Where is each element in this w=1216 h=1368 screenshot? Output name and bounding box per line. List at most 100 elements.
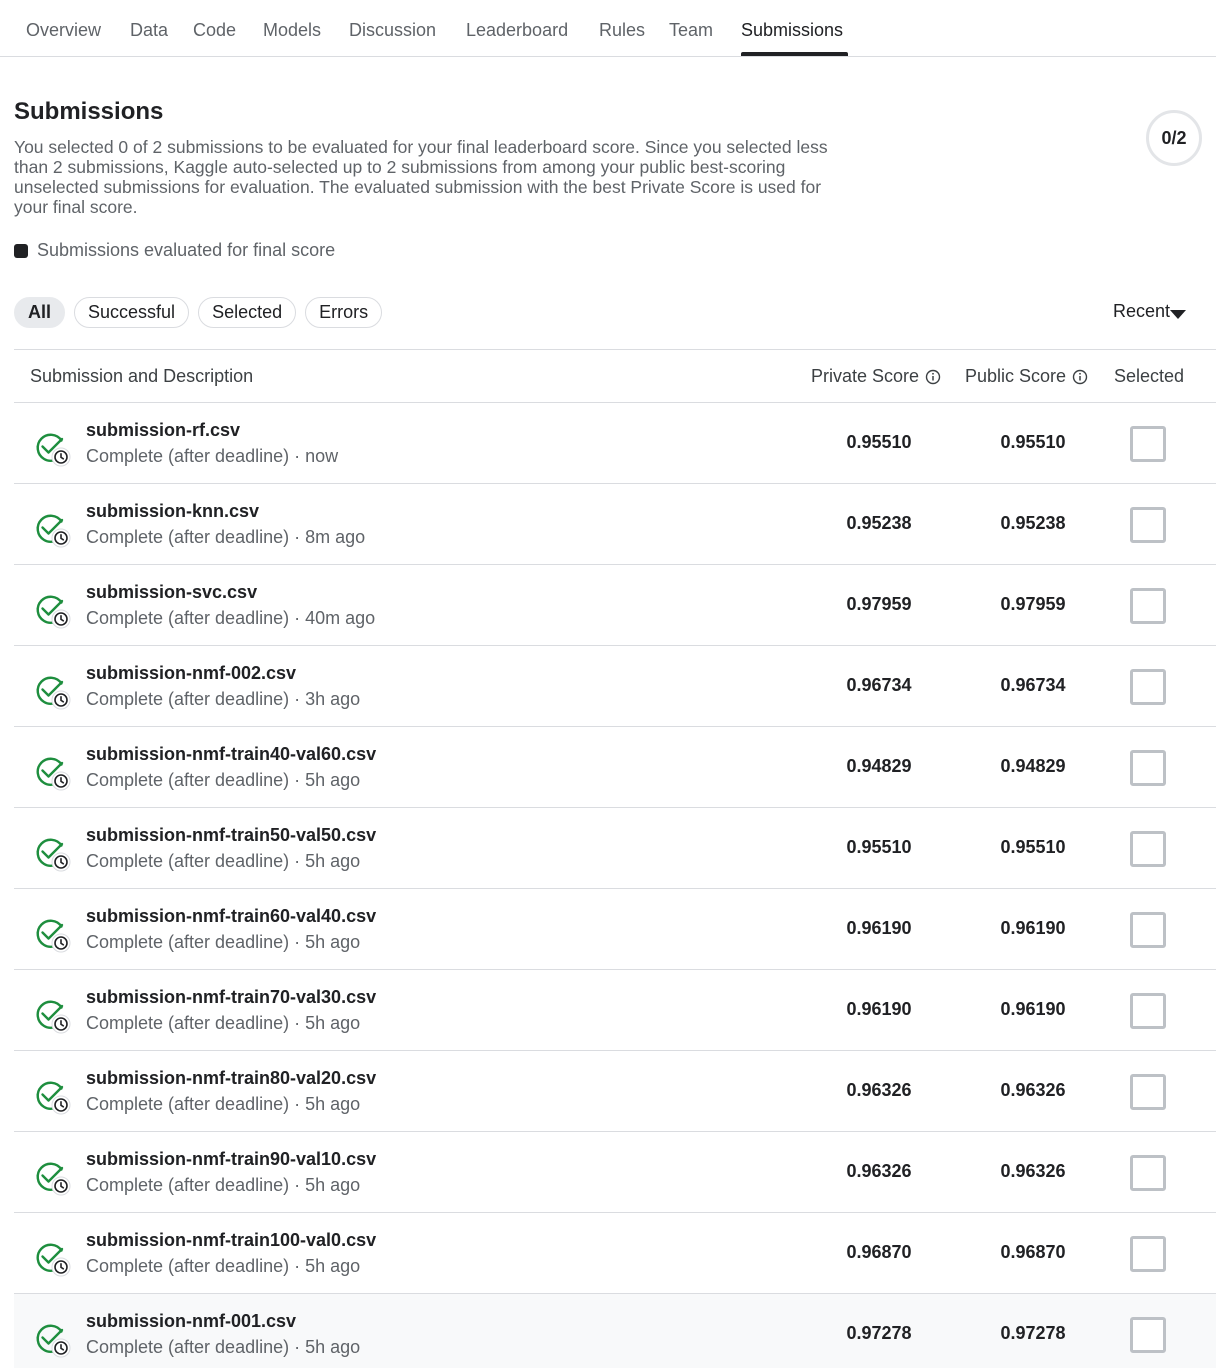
submission-row[interactable]: submission-nmf-002.csv Complete (after de… bbox=[14, 646, 1216, 727]
sort-dropdown[interactable]: Recent bbox=[1113, 301, 1170, 322]
public-score: 0.96870 bbox=[1000, 1242, 1066, 1262]
select-checkbox[interactable] bbox=[1130, 1155, 1166, 1191]
filter-errors[interactable]: Errors bbox=[305, 297, 383, 328]
select-checkbox[interactable] bbox=[1130, 426, 1166, 462]
competition-tabs: Overview Data Code Models Discussion Lea… bbox=[0, 0, 1216, 57]
complete-after-deadline-icon bbox=[32, 671, 72, 711]
tab-team[interactable]: Team bbox=[669, 20, 713, 41]
tab-models[interactable]: Models bbox=[263, 20, 321, 41]
submission-row[interactable]: submission-nmf-001.csv Complete (after de… bbox=[14, 1294, 1216, 1368]
caret-down-icon[interactable] bbox=[1170, 310, 1186, 319]
submission-filename[interactable]: submission-nmf-train80-val20.csv bbox=[86, 1068, 376, 1089]
private-score: 0.96326 bbox=[846, 1080, 912, 1100]
submission-filename[interactable]: submission-nmf-train60-val40.csv bbox=[86, 906, 376, 927]
selection-counter: 0/2 bbox=[1146, 110, 1202, 166]
complete-after-deadline-icon bbox=[32, 1076, 72, 1116]
header-submission: Submission and Description bbox=[30, 366, 253, 387]
submission-filename[interactable]: submission-nmf-train50-val50.csv bbox=[86, 825, 376, 846]
select-checkbox[interactable] bbox=[1130, 1236, 1166, 1272]
submission-status: Complete (after deadline) · now bbox=[86, 446, 339, 466]
submission-filename[interactable]: submission-nmf-train40-val60.csv bbox=[86, 744, 376, 765]
private-score: 0.95238 bbox=[846, 513, 912, 533]
private-score: 0.96870 bbox=[846, 1242, 912, 1262]
submission-status: Complete (after deadline) · 8m ago bbox=[86, 527, 366, 547]
public-score: 0.95510 bbox=[1000, 432, 1066, 452]
submission-row[interactable]: submission-nmf-train70-val30.csv Complete… bbox=[14, 970, 1216, 1051]
tab-overview[interactable]: Overview bbox=[26, 20, 101, 41]
submission-row[interactable]: submission-nmf-train90-val10.csv Complete… bbox=[14, 1132, 1216, 1213]
filter-selected[interactable]: Selected bbox=[198, 297, 297, 328]
submission-filename[interactable]: submission-nmf-002.csv bbox=[86, 663, 296, 684]
select-checkbox[interactable] bbox=[1130, 588, 1166, 624]
submission-row[interactable]: submission-rf.csv Complete (after deadlin… bbox=[14, 403, 1216, 484]
submission-filename[interactable]: submission-nmf-001.csv bbox=[86, 1311, 296, 1332]
select-checkbox[interactable] bbox=[1130, 750, 1166, 786]
tab-discussion[interactable]: Discussion bbox=[349, 20, 436, 41]
submission-row[interactable]: submission-nmf-train80-val20.csv Complete… bbox=[14, 1051, 1216, 1132]
private-score: 0.94829 bbox=[846, 756, 912, 776]
info-icon[interactable] bbox=[1072, 369, 1088, 385]
submission-row[interactable]: submission-svc.csv Complete (after deadli… bbox=[14, 565, 1216, 646]
complete-after-deadline-icon bbox=[32, 1157, 72, 1197]
tab-submissions[interactable]: Submissions bbox=[741, 20, 843, 41]
public-score: 0.97278 bbox=[1000, 1323, 1066, 1343]
header-submission-label: Submission and Description bbox=[30, 366, 254, 386]
submission-status: Complete (after deadline) · 5h ago bbox=[86, 1256, 361, 1276]
select-checkbox[interactable] bbox=[1130, 993, 1166, 1029]
filter-successful[interactable]: Successful bbox=[74, 297, 190, 328]
public-score: 0.96190 bbox=[1000, 918, 1066, 938]
submission-status: Complete (after deadline) · 5h ago bbox=[86, 770, 361, 790]
public-score: 0.95238 bbox=[1000, 513, 1066, 533]
submission-filename[interactable]: submission-nmf-train90-val10.csv bbox=[86, 1149, 376, 1170]
public-score: 0.94829 bbox=[1000, 756, 1066, 776]
tab-rules[interactable]: Rules bbox=[599, 20, 645, 41]
tab-data[interactable]: Data bbox=[130, 20, 168, 41]
complete-after-deadline-icon bbox=[32, 914, 72, 954]
complete-after-deadline-icon bbox=[32, 995, 72, 1035]
select-checkbox[interactable] bbox=[1130, 1317, 1166, 1353]
private-score: 0.95510 bbox=[846, 432, 912, 452]
submission-filename[interactable]: submission-nmf-train70-val30.csv bbox=[86, 987, 376, 1008]
submission-filename[interactable]: submission-nmf-train100-val0.csv bbox=[86, 1230, 376, 1251]
header-private-score: Private Score bbox=[811, 366, 941, 387]
select-checkbox[interactable] bbox=[1130, 912, 1166, 948]
public-score: 0.96734 bbox=[1000, 675, 1066, 695]
private-score: 0.96190 bbox=[846, 918, 912, 938]
complete-after-deadline-icon bbox=[32, 428, 72, 468]
header-selected-label: Selected bbox=[1114, 366, 1185, 386]
legend-swatch bbox=[14, 243, 28, 258]
submission-status: Complete (after deadline) · 5h ago bbox=[86, 932, 361, 952]
complete-after-deadline-icon bbox=[32, 833, 72, 873]
select-checkbox[interactable] bbox=[1130, 1074, 1166, 1110]
submission-status: Complete (after deadline) · 5h ago bbox=[86, 1175, 361, 1195]
public-score: 0.97959 bbox=[1000, 594, 1066, 614]
filter-chips: All Successful Selected Errors bbox=[14, 297, 383, 328]
submission-filename[interactable]: submission-rf.csv bbox=[86, 420, 240, 441]
submission-row[interactable]: submission-nmf-train100-val0.csv Complete… bbox=[14, 1213, 1216, 1294]
tab-code[interactable]: Code bbox=[193, 20, 236, 41]
page-title: Submissions bbox=[14, 98, 164, 125]
filter-all[interactable]: All bbox=[14, 297, 66, 328]
submission-filename[interactable]: submission-knn.csv bbox=[86, 501, 259, 522]
complete-after-deadline-icon bbox=[32, 1238, 72, 1278]
info-icon[interactable] bbox=[925, 369, 941, 385]
private-score: 0.96190 bbox=[846, 999, 912, 1019]
select-checkbox[interactable] bbox=[1130, 669, 1166, 705]
submission-status: Complete (after deadline) · 3h ago bbox=[86, 689, 361, 709]
active-tab-indicator bbox=[741, 52, 848, 56]
submission-filename[interactable]: submission-svc.csv bbox=[86, 582, 257, 603]
private-score: 0.96326 bbox=[846, 1161, 912, 1181]
complete-after-deadline-icon bbox=[32, 752, 72, 792]
complete-after-deadline-icon bbox=[32, 1319, 72, 1359]
select-checkbox[interactable] bbox=[1130, 831, 1166, 867]
public-score: 0.95510 bbox=[1000, 837, 1066, 857]
select-checkbox[interactable] bbox=[1130, 507, 1166, 543]
submission-row[interactable]: submission-nmf-train60-val40.csv Complete… bbox=[14, 889, 1216, 970]
header-selected: Selected bbox=[1114, 366, 1184, 387]
submission-row[interactable]: submission-nmf-train40-val60.csv Complete… bbox=[14, 727, 1216, 808]
submission-row[interactable]: submission-knn.csv Complete (after deadli… bbox=[14, 484, 1216, 565]
submission-row[interactable]: submission-nmf-train50-val50.csv Complete… bbox=[14, 808, 1216, 889]
public-score: 0.96326 bbox=[1000, 1161, 1066, 1181]
legend: Submissions evaluated for final score bbox=[14, 240, 335, 261]
tab-leaderboard[interactable]: Leaderboard bbox=[466, 20, 568, 41]
